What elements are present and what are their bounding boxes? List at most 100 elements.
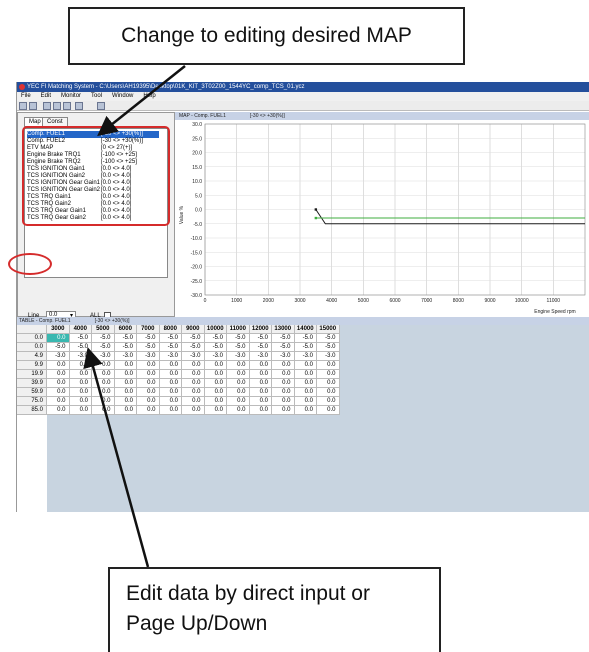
table-cell[interactable]: 0.0 (159, 379, 182, 388)
table-cell[interactable]: 0.0 (182, 406, 205, 415)
table-cell[interactable]: 0.0 (204, 370, 227, 379)
table-cell[interactable]: 0.0 (47, 406, 70, 415)
table-cell[interactable]: -3.0 (249, 352, 272, 361)
table-cell[interactable]: 0.0 (204, 361, 227, 370)
table-cell[interactable]: 0.0 (114, 388, 137, 397)
table-cell[interactable]: -5.0 (137, 334, 160, 343)
table-cell[interactable]: 0.0 (92, 361, 115, 370)
table-cell[interactable]: 0.0 (47, 361, 70, 370)
table-cell[interactable]: 0.0 (114, 406, 137, 415)
table-cell[interactable]: 0.0 (159, 406, 182, 415)
table-cell[interactable]: 0.0 (47, 388, 70, 397)
table-cell[interactable]: -3.0 (204, 352, 227, 361)
table-cell[interactable]: 0.0 (249, 370, 272, 379)
table-cell[interactable]: 0.0 (182, 361, 205, 370)
table-cell[interactable]: -5.0 (272, 343, 295, 352)
menu-edit[interactable]: Edit (41, 93, 51, 99)
table-cell[interactable]: 0.0 (272, 370, 295, 379)
table-cell[interactable]: 0.0 (182, 397, 205, 406)
table-cell[interactable]: -5.0 (294, 334, 317, 343)
table-cell[interactable]: 0.0 (137, 388, 160, 397)
table-cell[interactable]: -5.0 (227, 343, 250, 352)
table-cell[interactable]: 0.0 (159, 370, 182, 379)
table-cell[interactable]: -5.0 (69, 343, 92, 352)
table-cell[interactable]: 0.0 (249, 406, 272, 415)
table-cell[interactable]: 0.0 (227, 388, 250, 397)
table-cell[interactable]: 0.0 (204, 388, 227, 397)
table-cell[interactable]: 0.0 (137, 361, 160, 370)
table-cell[interactable]: 0.0 (317, 361, 340, 370)
table-cell[interactable]: -3.0 (114, 352, 137, 361)
table-cell[interactable]: -5.0 (182, 334, 205, 343)
table-cell[interactable]: -3.0 (159, 352, 182, 361)
table-cell[interactable]: -5.0 (249, 343, 272, 352)
table-cell[interactable]: 0.0 (227, 406, 250, 415)
table-cell[interactable]: 0.0 (182, 379, 205, 388)
table-cell[interactable]: -3.0 (92, 352, 115, 361)
table-cell[interactable]: 0.0 (272, 406, 295, 415)
table-cell[interactable]: -5.0 (227, 334, 250, 343)
table-cell[interactable]: 0.0 (204, 397, 227, 406)
table-cell[interactable]: 0.0 (317, 388, 340, 397)
table-cell[interactable]: -3.0 (317, 352, 340, 361)
table-cell[interactable]: 0.0 (317, 379, 340, 388)
menu-window[interactable]: Window (112, 93, 133, 99)
table-cell[interactable]: 0.0 (227, 397, 250, 406)
table-cell[interactable]: 0.0 (114, 370, 137, 379)
table-cell[interactable]: 0.0 (294, 379, 317, 388)
table-cell[interactable]: 0.0 (227, 370, 250, 379)
table-cell[interactable]: 0.0 (159, 388, 182, 397)
table-cell[interactable]: -5.0 (294, 343, 317, 352)
table-cell[interactable]: 0.0 (249, 361, 272, 370)
table-cell[interactable]: -5.0 (159, 343, 182, 352)
paste-icon[interactable] (53, 102, 61, 110)
table-cell[interactable]: 0.0 (272, 379, 295, 388)
table-cell[interactable]: 0.0 (182, 370, 205, 379)
table-cell[interactable]: 0.0 (69, 370, 92, 379)
table-cell[interactable]: 0.0 (227, 379, 250, 388)
table-cell[interactable]: 0.0 (294, 397, 317, 406)
table-cell[interactable]: 0.0 (137, 397, 160, 406)
monitor-icon[interactable] (75, 102, 83, 110)
table-cell[interactable]: 0.0 (137, 406, 160, 415)
menu-file[interactable]: File (21, 93, 31, 99)
table-cell[interactable]: 0.0 (294, 406, 317, 415)
table-cell[interactable]: 0.0 (114, 379, 137, 388)
open-folder-icon[interactable] (19, 102, 27, 110)
table-cell[interactable]: 0.0 (47, 397, 70, 406)
table-cell[interactable]: 0.0 (69, 379, 92, 388)
table-cell[interactable]: -5.0 (92, 334, 115, 343)
table-cell[interactable]: -5.0 (137, 343, 160, 352)
save-icon[interactable] (29, 102, 37, 110)
table-cell[interactable]: 0.0 (294, 361, 317, 370)
table-cell[interactable]: 0.0 (69, 388, 92, 397)
table-cell[interactable]: -3.0 (182, 352, 205, 361)
table-cell[interactable]: 0.0 (114, 397, 137, 406)
table-cell[interactable]: 0.0 (272, 361, 295, 370)
table-cell[interactable]: 0.0 (249, 397, 272, 406)
table-cell[interactable]: -3.0 (294, 352, 317, 361)
table-cell[interactable]: 0.0 (317, 397, 340, 406)
table-cell[interactable]: -5.0 (69, 334, 92, 343)
table-cell[interactable]: 0.0 (92, 406, 115, 415)
table-cell[interactable]: 0.0 (47, 334, 70, 343)
menu-help[interactable]: Help (143, 93, 155, 99)
table-cell[interactable]: 0.0 (182, 388, 205, 397)
table-cell[interactable]: 0.0 (92, 379, 115, 388)
table-cell[interactable]: 0.0 (159, 397, 182, 406)
table-cell[interactable]: -5.0 (249, 334, 272, 343)
table-cell[interactable]: 0.0 (92, 370, 115, 379)
table-cell[interactable]: 0.0 (137, 370, 160, 379)
table-cell[interactable]: -5.0 (204, 334, 227, 343)
grid-icon[interactable] (97, 102, 105, 110)
table-cell[interactable]: -5.0 (182, 343, 205, 352)
table-cell[interactable]: -5.0 (114, 343, 137, 352)
table-cell[interactable]: -3.0 (227, 352, 250, 361)
table-cell[interactable]: -5.0 (159, 334, 182, 343)
menu-tool[interactable]: Tool (91, 93, 102, 99)
table-cell[interactable]: 0.0 (137, 379, 160, 388)
table-cell[interactable]: 0.0 (69, 406, 92, 415)
table-cell[interactable]: 0.0 (47, 370, 70, 379)
table-cell[interactable]: -5.0 (204, 343, 227, 352)
table-cell[interactable]: 0.0 (92, 397, 115, 406)
